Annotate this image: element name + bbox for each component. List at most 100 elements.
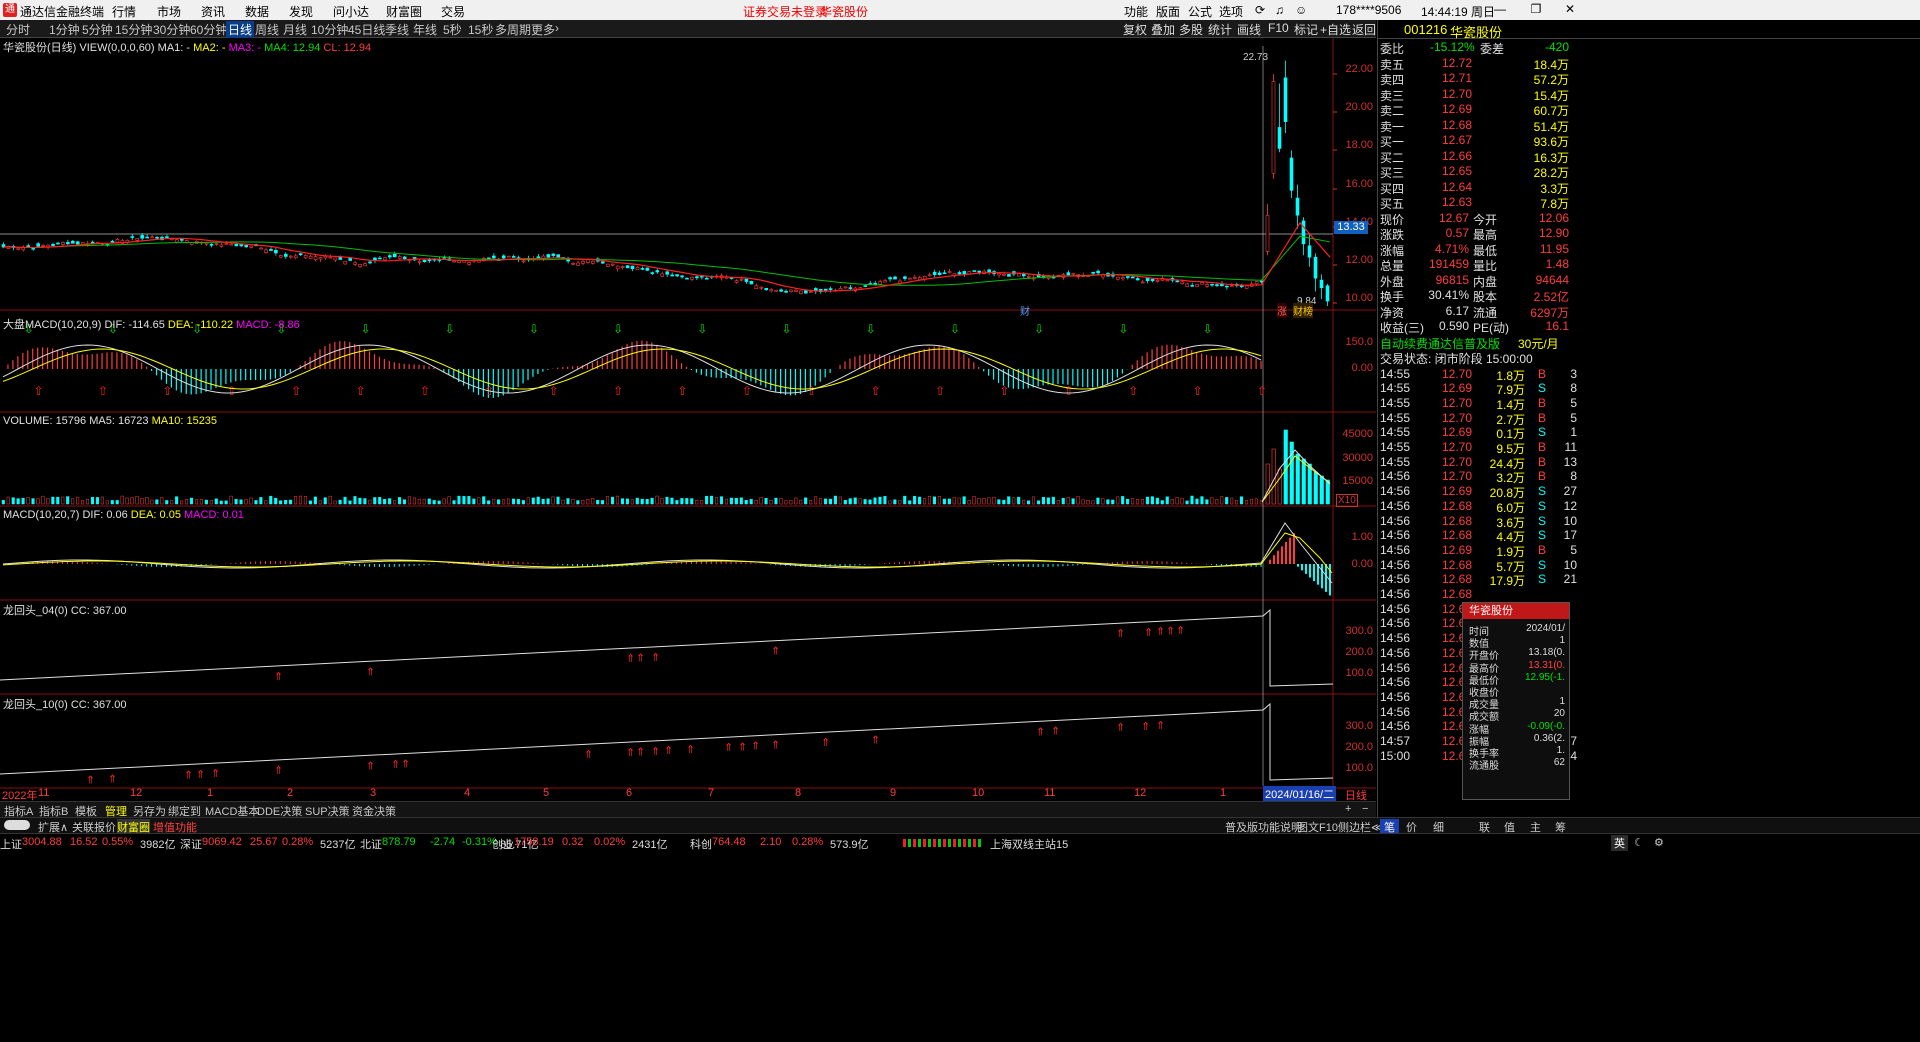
refresh-icon[interactable]: ⟳ bbox=[1255, 3, 1265, 17]
volume-bar bbox=[66, 496, 70, 505]
server-name[interactable]: 上海双线主站15 bbox=[990, 836, 1068, 852]
moon-icon[interactable]: ☾ bbox=[1634, 836, 1644, 849]
zoom-in-icon[interactable]: + bbox=[1345, 803, 1351, 815]
bid-row[interactable]: 买五 12.63 7.8万 bbox=[1378, 195, 1569, 211]
menu-gongneng[interactable]: 功能 bbox=[1124, 3, 1148, 20]
btn-add-watchlist[interactable]: +自选 bbox=[1320, 21, 1351, 38]
bell-icon[interactable]: ♫ bbox=[1275, 3, 1284, 17]
tick-side: S bbox=[1538, 513, 1547, 528]
renew-ad[interactable]: 自动续费通达信普及版 bbox=[1380, 335, 1500, 352]
menu-gongshi[interactable]: 公式 bbox=[1188, 3, 1212, 20]
period-quarterly[interactable]: 季线 bbox=[385, 21, 409, 38]
btn-fuquan[interactable]: 复权 bbox=[1123, 21, 1147, 38]
login-warning[interactable]: 证券交易未登录 bbox=[743, 3, 827, 20]
btn-f10[interactable]: F10 bbox=[1268, 21, 1289, 35]
period-daily[interactable]: 日线 bbox=[226, 21, 255, 38]
btn-diejia[interactable]: 叠加 bbox=[1151, 21, 1175, 38]
volume-bar bbox=[452, 500, 456, 505]
volume-bar bbox=[972, 496, 976, 505]
volume-bar bbox=[135, 496, 139, 505]
finance-list-tag[interactable]: 财榜 bbox=[1293, 303, 1313, 318]
volume-bar bbox=[417, 498, 421, 505]
ask-row[interactable]: 卖四 12.71 57.2万 bbox=[1378, 71, 1569, 87]
stat-label: 净资 bbox=[1380, 305, 1405, 320]
finance-tag[interactable]: 财 bbox=[1020, 303, 1030, 318]
period-fenshi[interactable]: 分时 bbox=[6, 21, 30, 38]
signal-arrow: ⇑ bbox=[1116, 628, 1125, 640]
menu-wenxiaoda[interactable]: 问小达 bbox=[333, 3, 369, 20]
period-15min[interactable]: 15分钟 bbox=[115, 21, 152, 38]
menu-hangqing[interactable]: 行情 bbox=[112, 3, 136, 20]
volume-bar bbox=[823, 498, 828, 505]
bid-row[interactable]: 买三 12.65 28.2万 bbox=[1378, 164, 1569, 180]
ask-row[interactable]: 卖三 12.70 15.4万 bbox=[1378, 87, 1569, 103]
candle-body bbox=[165, 236, 169, 238]
period-45day[interactable]: 45日线 bbox=[348, 21, 385, 38]
tick-count: 11 bbox=[1564, 440, 1577, 454]
period-multi[interactable]: 多周期 bbox=[495, 21, 531, 38]
settings-icon[interactable]: ⚙ bbox=[1654, 836, 1664, 849]
candle-body bbox=[279, 255, 283, 258]
user-icon[interactable]: ☺ bbox=[1295, 3, 1307, 17]
chevron-right-icon[interactable]: › bbox=[555, 21, 559, 35]
period-5sec[interactable]: 5秒 bbox=[443, 21, 462, 38]
bid-row[interactable]: 买一 12.67 93.6万 bbox=[1378, 133, 1569, 149]
signal-arrow: ⇑ bbox=[751, 741, 760, 753]
menu-faxian[interactable]: 发现 bbox=[289, 3, 313, 20]
signal-arrow: ⇑ bbox=[391, 759, 400, 771]
period-weekly[interactable]: 周线 bbox=[255, 21, 279, 38]
menu-shichang[interactable]: 市场 bbox=[157, 3, 181, 20]
menu-banmian[interactable]: 版面 bbox=[1156, 3, 1180, 20]
menu-caifuquan[interactable]: 财富圈 bbox=[386, 3, 422, 20]
toggle-switch[interactable] bbox=[4, 820, 30, 830]
period-1min[interactable]: 1分钟 bbox=[49, 21, 80, 38]
restore-icon[interactable]: ❐ bbox=[1522, 2, 1550, 18]
ask-row[interactable]: 卖一 12.68 51.4万 bbox=[1378, 118, 1569, 134]
bid-row[interactable]: 买二 12.66 16.3万 bbox=[1378, 149, 1569, 165]
candle-body bbox=[932, 271, 937, 275]
period-5min[interactable]: 5分钟 bbox=[82, 21, 113, 38]
period-10min[interactable]: 10分钟 bbox=[311, 21, 348, 38]
btn-tongji[interactable]: 统计 bbox=[1208, 21, 1232, 38]
ask-label: 卖一 bbox=[1380, 119, 1405, 134]
minimize-icon[interactable]: — bbox=[1486, 2, 1514, 18]
stat-value: 0.590 bbox=[1438, 319, 1469, 333]
renew-price[interactable]: 30元/月 bbox=[1518, 335, 1559, 352]
btn-huaxian[interactable]: 画线 bbox=[1237, 21, 1261, 38]
menu-xuanxiang[interactable]: 选项 bbox=[1219, 3, 1243, 20]
ask-row[interactable]: 卖二 12.69 60.7万 bbox=[1378, 102, 1569, 118]
ask-row[interactable]: 卖五 12.72 18.4万 bbox=[1378, 56, 1569, 72]
period-60min[interactable]: 60分钟 bbox=[190, 21, 227, 38]
volume-bar bbox=[655, 495, 659, 505]
ime-indicator[interactable]: 英 bbox=[1611, 835, 1628, 851]
period-yearly[interactable]: 年线 bbox=[413, 21, 437, 38]
btn-duogu[interactable]: 多股 bbox=[1179, 21, 1203, 38]
period-30min[interactable]: 30分钟 bbox=[153, 21, 190, 38]
menu-jiaoyi[interactable]: 交易 bbox=[441, 3, 465, 20]
period-monthly[interactable]: 月线 bbox=[283, 21, 307, 38]
candle-body bbox=[427, 259, 432, 262]
volume-bar bbox=[140, 497, 144, 505]
menu-zixun[interactable]: 资讯 bbox=[201, 3, 225, 20]
period-more[interactable]: 更多 bbox=[531, 21, 555, 38]
bid-row[interactable]: 买四 12.64 3.3万 bbox=[1378, 180, 1569, 196]
volume-bar bbox=[506, 498, 511, 505]
tick-time: 15:00 bbox=[1380, 748, 1411, 763]
chart-area[interactable]: ⇩ ⇧ ⇧ ⇩ ⇧ ⇩ ⇧ ⇩ ⇧ ⇧ ⇩ ⇧ ⇩ ⇧ ⇩ ⇧ ⇩ ⇧ ⇧ ⇩ ⇧ ⇩ ⇧ ⇩ ⇧ ⇧ ⇩ ⇧ ⇩ ⇧ ⇩ ⇧ ⇧ ⇩ ⇧ ⇑ ⇑ ⇑ ⇑ ⇑… bbox=[0, 38, 1376, 802]
menu-shuju[interactable]: 数据 bbox=[245, 3, 269, 20]
account-id[interactable]: 178****9506 bbox=[1336, 3, 1401, 17]
btn-back[interactable]: 返回 bbox=[1352, 21, 1376, 38]
tick-count: 17 bbox=[1563, 528, 1577, 543]
candle-body bbox=[338, 257, 343, 260]
volume-bar bbox=[185, 499, 189, 505]
tick-time: 14:56 bbox=[1380, 704, 1411, 719]
btn-biaoji[interactable]: 标记 bbox=[1294, 21, 1318, 38]
limit-up-tag[interactable]: 涨 bbox=[1277, 303, 1287, 318]
ad-row[interactable]: 自动续费通达信普及版 30元/月 bbox=[1378, 335, 1569, 352]
close-icon[interactable]: ✕ bbox=[1556, 2, 1584, 18]
volume-bar bbox=[521, 500, 525, 505]
period-15sec[interactable]: 15秒 bbox=[468, 21, 493, 38]
zoom-out-icon[interactable]: − bbox=[1362, 803, 1368, 815]
candle-body bbox=[51, 243, 55, 246]
tick-side: B bbox=[1538, 440, 1547, 454]
